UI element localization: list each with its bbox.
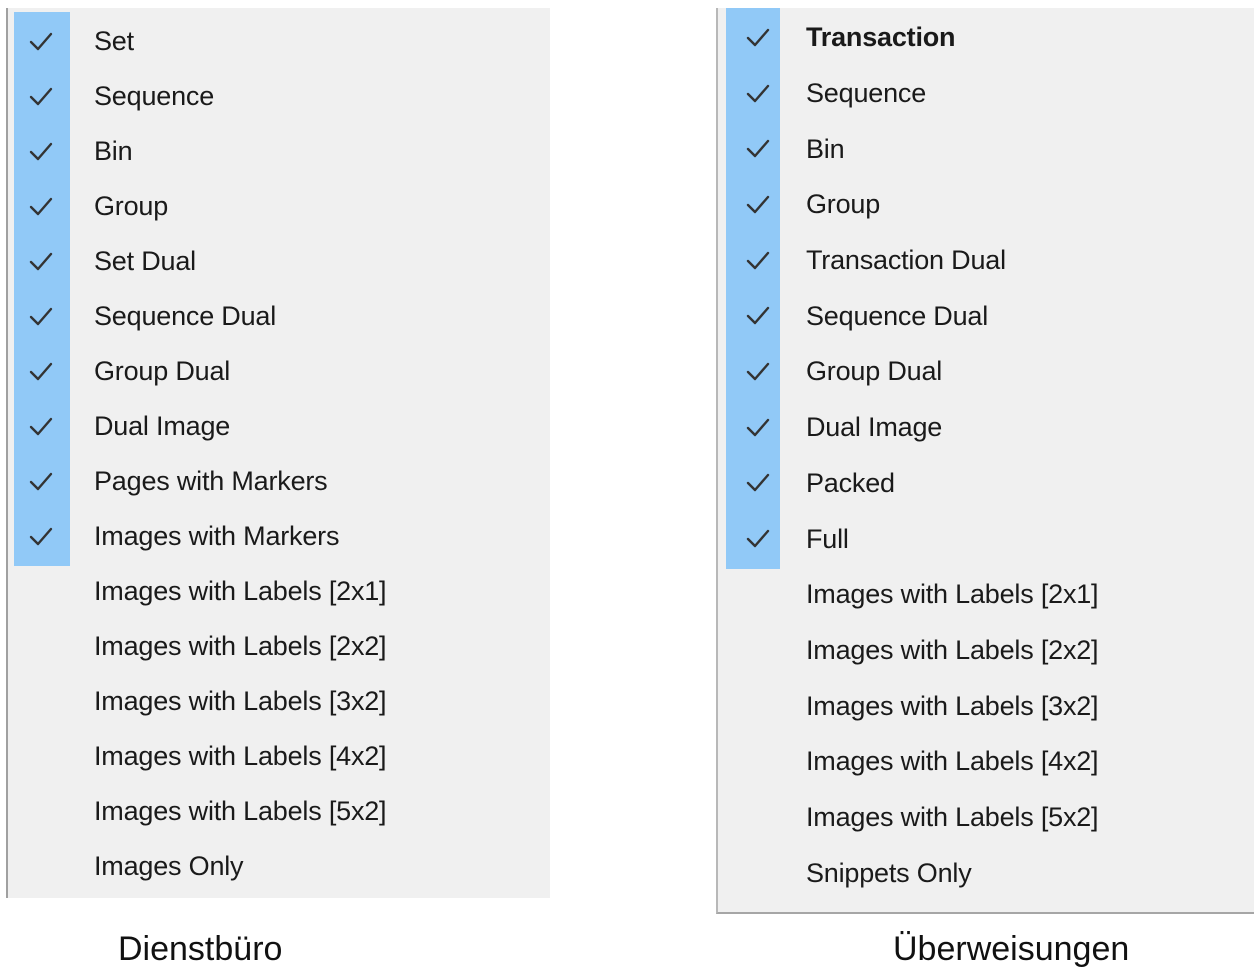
menu-item-set-dual[interactable]: Set Dual (8, 234, 550, 289)
menu-item-label: Sequence Dual (806, 300, 989, 331)
menu-item-packed[interactable]: Packed (718, 456, 1254, 512)
menu-item-label: Group (94, 191, 169, 221)
menu-item-label: Transaction (806, 22, 956, 53)
menu-item-label: Sequence Dual (94, 301, 277, 331)
menu-item-group[interactable]: Group (8, 179, 550, 234)
menu-item-set[interactable]: Set (8, 14, 550, 69)
check-icon (28, 305, 54, 325)
caption-ueberweisungen: Überweisungen (893, 930, 1130, 968)
menu-item-images-with-labels-2x2[interactable]: Images with Labels [2x2] (8, 619, 550, 674)
check-icon (745, 249, 771, 269)
check-icon (745, 360, 771, 381)
menu-item-label: Images with Labels [3x2] (806, 690, 1099, 721)
menu-item-label: Dual Image (806, 412, 943, 443)
check-icon (745, 193, 771, 214)
check-icon (28, 525, 54, 545)
menu-item-label: Full (806, 523, 849, 554)
check-icon (28, 360, 54, 380)
menu-item-images-with-labels-4x2[interactable]: Images with Labels [4x2] (8, 729, 550, 784)
check-icon (745, 304, 771, 325)
check-icon (28, 470, 54, 490)
menu-item-sequence[interactable]: Sequence (8, 69, 550, 124)
menu-item-full[interactable]: Full (718, 511, 1254, 567)
menu-item-label: Set Dual (94, 246, 196, 276)
check-icon (745, 471, 771, 492)
menu-item-group-dual[interactable]: Group Dual (8, 344, 550, 399)
menu-item-label: Images with Labels [5x2] (806, 801, 1099, 832)
menu-item-images-with-labels-4x2[interactable]: Images with Labels [4x2] (718, 734, 1254, 790)
menu-item-sequence[interactable]: Sequence (718, 66, 1254, 122)
menu-item-label: Images with Labels [2x2] (806, 634, 1099, 665)
menu-item-label: Group (806, 189, 881, 220)
check-icon (28, 140, 54, 160)
menu-item-label: Images with Labels [4x2] (94, 741, 387, 771)
menu-item-label: Images with Markers (94, 521, 340, 551)
check-icon (745, 82, 771, 102)
menu-item-bin[interactable]: Bin (8, 124, 550, 179)
menu-item-label: Images Only (94, 851, 244, 881)
menu-item-images-with-labels-3x2[interactable]: Images with Labels [3x2] (718, 678, 1254, 734)
menu-item-label: Packed (806, 467, 895, 498)
menu-item-list: Transaction Sequence Bin Group Transaction D… (718, 10, 1254, 901)
menu-item-images-with-labels-2x2[interactable]: Images with Labels [2x2] (718, 623, 1254, 679)
menu-item-dual-image[interactable]: Dual Image (8, 399, 550, 454)
menu-item-images-only[interactable]: Images Only (8, 839, 550, 894)
menu-item-images-with-labels-5x2[interactable]: Images with Labels [5x2] (718, 790, 1254, 846)
menu-item-images-with-labels-2x1[interactable]: Images with Labels [2x1] (8, 564, 550, 619)
menu-item-label: Dual Image (94, 411, 231, 441)
caption-dienstbuero: Dienstbüro (118, 930, 283, 968)
check-icon (28, 250, 54, 270)
check-icon (745, 137, 771, 158)
check-icon (745, 416, 771, 436)
menu-item-label: Sequence (94, 81, 215, 111)
menu-item-transaction[interactable]: Transaction (718, 10, 1254, 66)
menu-item-label: Bin (94, 136, 133, 166)
menu-item-images-with-labels-2x1[interactable]: Images with Labels [2x1] (718, 567, 1254, 623)
menu-item-bin[interactable]: Bin (718, 121, 1254, 177)
check-icon (28, 415, 54, 435)
menu-item-group-dual[interactable]: Group Dual (718, 344, 1254, 400)
menu-item-label: Snippets Only (806, 857, 972, 888)
context-menu-dienstbuero: Set Sequence Bin Group Set Dual Sequence Dual… (6, 8, 550, 898)
menu-item-pages-with-markers[interactable]: Pages with Markers (8, 454, 550, 509)
menu-item-images-with-labels-5x2[interactable]: Images with Labels [5x2] (8, 784, 550, 839)
check-icon (28, 85, 54, 105)
menu-item-sequence-dual[interactable]: Sequence Dual (8, 289, 550, 344)
menu-item-label: Images with Labels [3x2] (94, 686, 387, 716)
menu-item-snippets-only[interactable]: Snippets Only (718, 845, 1254, 901)
check-icon (28, 195, 54, 215)
menu-item-group[interactable]: Group (718, 177, 1254, 233)
menu-item-list: Set Sequence Bin Group Set Dual Sequence Dual… (8, 14, 550, 894)
check-icon (745, 26, 771, 47)
menu-item-dual-image[interactable]: Dual Image (718, 400, 1254, 456)
menu-item-images-with-markers[interactable]: Images with Markers (8, 509, 550, 564)
check-icon (745, 527, 771, 548)
menu-item-label: Images with Labels [4x2] (806, 746, 1099, 777)
menu-item-label: Images with Labels [2x1] (806, 579, 1099, 610)
menu-item-label: Images with Labels [2x2] (94, 631, 387, 661)
check-icon (28, 30, 54, 50)
menu-item-transaction-dual[interactable]: Transaction Dual (718, 233, 1254, 289)
menu-item-images-with-labels-3x2[interactable]: Images with Labels [3x2] (8, 674, 550, 729)
menu-item-label: Images with Labels [2x1] (94, 576, 387, 606)
menu-item-sequence-dual[interactable]: Sequence Dual (718, 288, 1254, 344)
menu-item-label: Pages with Markers (94, 466, 328, 496)
menu-item-label: Images with Labels [5x2] (94, 796, 387, 826)
menu-item-label: Set (94, 26, 134, 56)
context-menu-ueberweisungen: Transaction Sequence Bin Group Transaction D… (716, 8, 1254, 914)
menu-item-label: Group Dual (806, 356, 943, 387)
menu-item-label: Sequence (806, 78, 927, 109)
menu-item-label: Transaction Dual (806, 245, 1006, 276)
menu-item-label: Bin (806, 133, 845, 164)
menu-item-label: Group Dual (94, 356, 231, 386)
